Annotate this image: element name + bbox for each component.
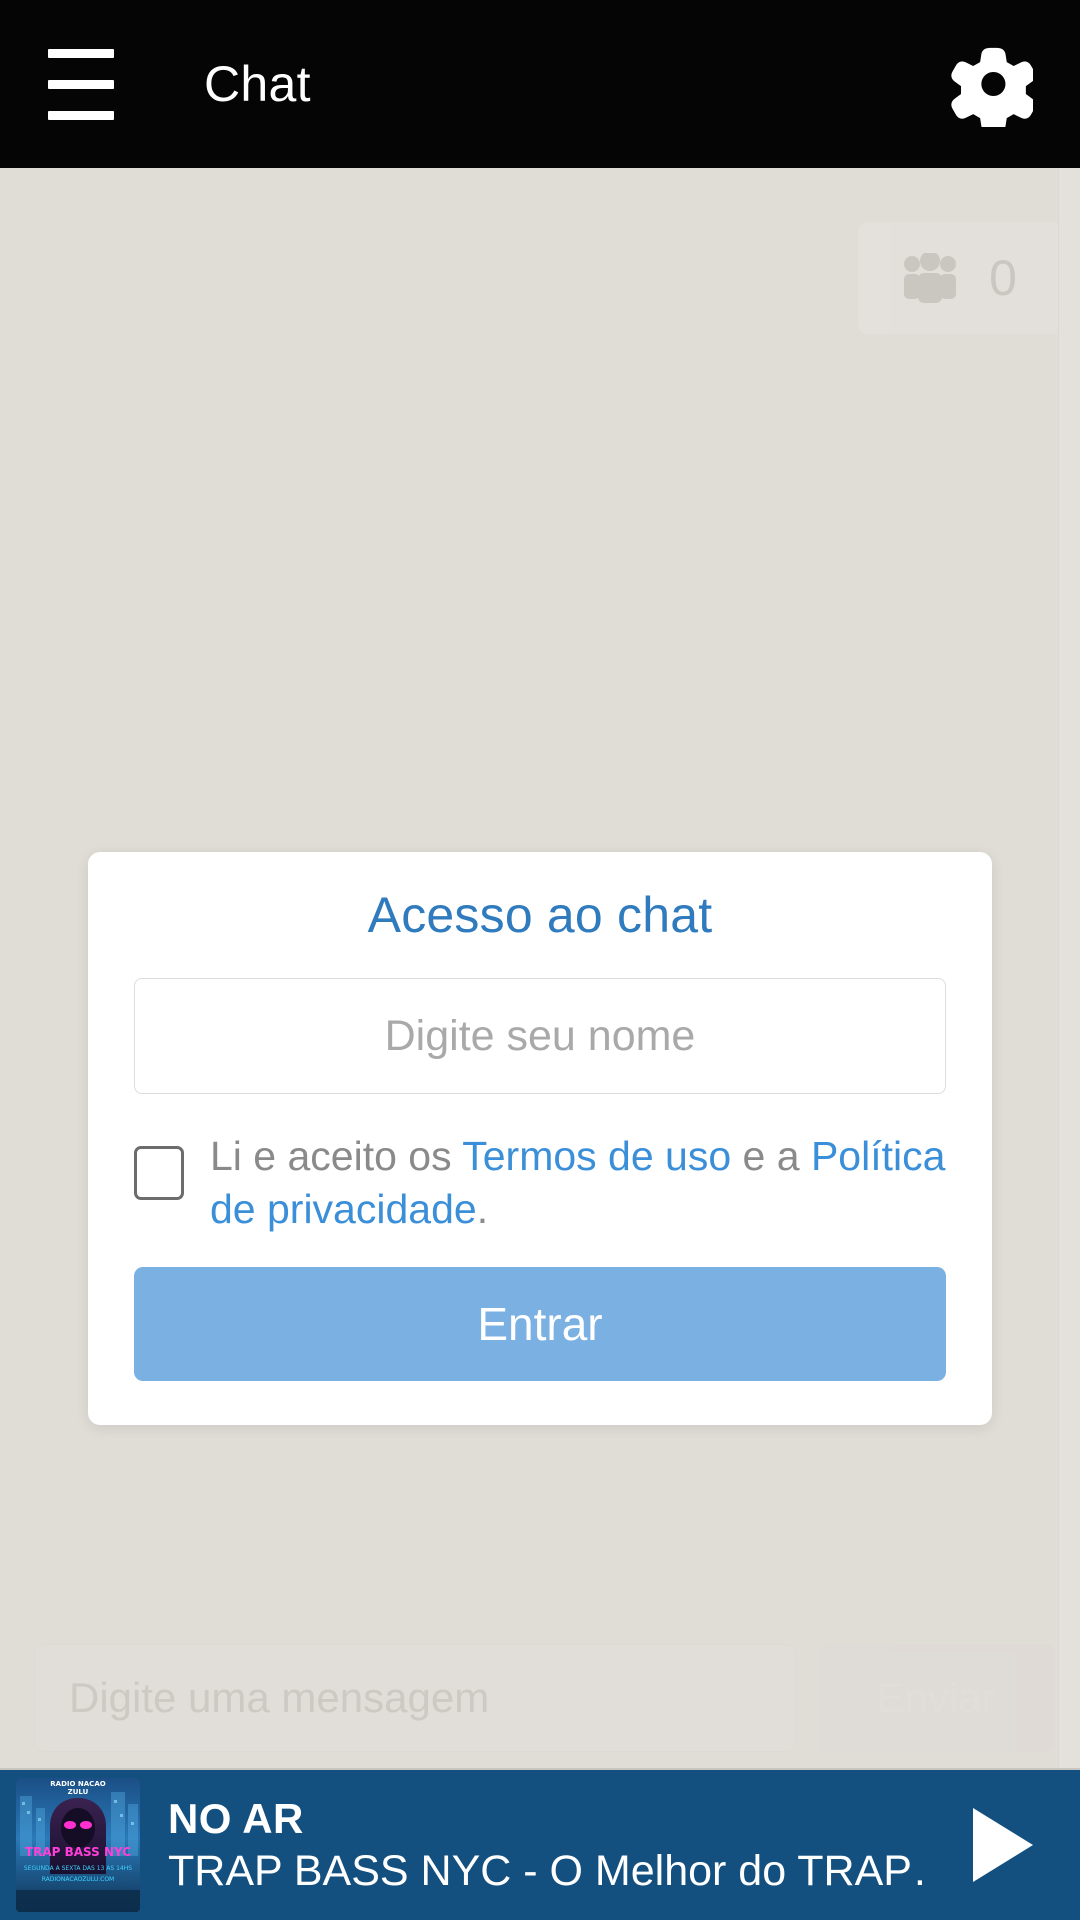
play-icon[interactable] [954,1797,1050,1893]
svg-text:ZULU: ZULU [68,1788,89,1796]
enter-button[interactable]: Entrar [134,1266,946,1381]
album-artwork: RADIO NACAO ZULU TRAP BASS NYC SEGUNDA A… [16,1778,140,1912]
svg-text:RADIO NACAO: RADIO NACAO [50,1780,105,1788]
radio-player-bar: RADIO NACAO ZULU TRAP BASS NYC SEGUNDA A… [0,1768,1080,1920]
on-air-status: NO AR [168,1794,304,1842]
online-users-badge: 0 [858,222,1058,334]
scrollbar[interactable] [1058,168,1080,1768]
gear-icon[interactable] [942,36,1038,132]
hamburger-bar [48,48,114,58]
terms-middle: e a [731,1133,811,1179]
hamburger-bar [48,110,114,120]
message-compose-bar: Enviar [0,1628,1080,1768]
terms-row: Li e aceito os Termos de uso e a Polític… [134,1130,946,1237]
terms-text: Li e aceito os Termos de uso e a Polític… [210,1130,946,1237]
player-info: NO AR TRAP BASS NYC - O Melhor do TRAP… [168,1795,926,1896]
online-users-count: 0 [989,250,1017,306]
svg-text:TRAP BASS NYC: TRAP BASS NYC [25,1845,131,1859]
svg-text:RADIONACAOZULU.COM: RADIONACAOZULU.COM [42,1876,114,1883]
hamburger-menu-icon[interactable] [48,48,130,120]
message-input[interactable] [34,1644,796,1752]
hamburger-bar [48,79,114,89]
app-header: Chat [0,0,1080,168]
terms-prefix: Li e aceito os [210,1133,463,1179]
send-button[interactable]: Enviar [818,1644,1054,1752]
chat-access-modal: Acesso ao chat Li e aceito os Termos de … [88,852,992,1425]
name-input[interactable] [134,978,946,1094]
terms-suffix: . [476,1186,489,1233]
page-title: Chat [204,56,311,112]
track-title: TRAP BASS NYC - O Melhor do TRAP… [168,1846,926,1895]
chat-screen: Chat 0 Acesso ao chat Digite seu nome Li… [0,0,1080,1920]
chat-body: 0 Acesso ao chat Li e aceito os Termos d… [0,168,1080,1768]
terms-of-use-link[interactable]: Termos de uso [462,1133,731,1179]
modal-title: Acesso ao chat [367,887,713,943]
terms-checkbox[interactable] [134,1146,184,1200]
svg-text:SEGUNDA A SEXTA DAS 13 AS 14HS: SEGUNDA A SEXTA DAS 13 AS 14HS [24,1865,132,1872]
people-group-icon [899,253,961,303]
